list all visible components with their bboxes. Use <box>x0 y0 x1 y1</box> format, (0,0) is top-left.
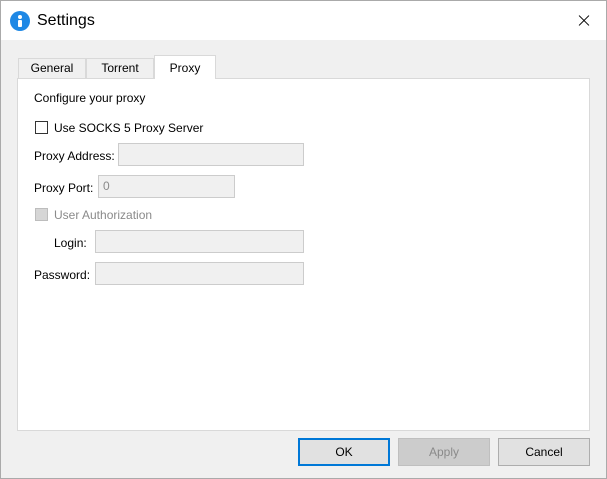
proxy-address-label: Proxy Address: <box>34 149 115 163</box>
configure-heading: Configure your proxy <box>34 91 146 105</box>
login-field[interactable] <box>95 230 304 253</box>
proxy-address-field[interactable] <box>118 143 304 166</box>
app-info-icon <box>10 11 30 31</box>
use-socks-checkbox[interactable] <box>35 121 48 134</box>
user-auth-checkbox[interactable] <box>35 208 48 221</box>
user-auth-label: User Authorization <box>54 208 153 222</box>
cancel-button[interactable]: Cancel <box>498 438 590 466</box>
password-field[interactable] <box>95 262 304 285</box>
use-socks-label: Use SOCKS 5 Proxy Server <box>54 121 204 135</box>
settings-dialog: Settings General Torrent Proxy Configure… <box>0 0 607 479</box>
tab-general[interactable]: General <box>18 58 86 78</box>
title-bar: Settings <box>1 1 606 40</box>
close-button[interactable] <box>560 1 606 40</box>
password-label: Password: <box>34 268 91 282</box>
proxy-port-label: Proxy Port: <box>34 181 94 195</box>
proxy-port-field[interactable]: 0 <box>98 175 235 198</box>
proxy-tab-panel: Configure your proxy Use SOCKS 5 Proxy S… <box>17 78 590 431</box>
tab-torrent[interactable]: Torrent <box>86 58 154 78</box>
apply-button[interactable]: Apply <box>398 438 490 466</box>
tab-proxy[interactable]: Proxy <box>154 55 216 79</box>
login-label: Login: <box>54 236 87 250</box>
window-title: Settings <box>37 12 95 29</box>
ok-button[interactable]: OK <box>298 438 390 466</box>
